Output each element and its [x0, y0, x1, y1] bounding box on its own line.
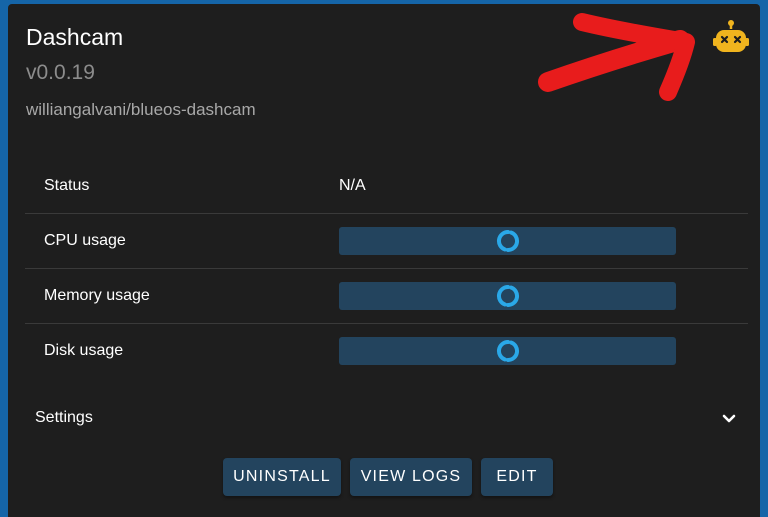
stats-table: Status N/A CPU usage Memory usage Disk u… — [25, 159, 748, 378]
annotation-arrow — [538, 13, 695, 101]
memory-usage-loader — [339, 282, 676, 310]
loading-spinner-icon — [496, 284, 519, 308]
stat-row-disk: Disk usage — [25, 324, 748, 378]
edit-button[interactable]: EDIT — [481, 458, 553, 496]
stat-label: Status — [44, 177, 90, 194]
extension-title: Dashcam — [26, 24, 124, 50]
stat-row-memory: Memory usage — [25, 269, 748, 324]
extension-version: v0.0.19 — [26, 61, 95, 84]
chevron-down-icon[interactable] — [721, 413, 737, 425]
loading-spinner-icon — [496, 339, 519, 363]
extension-card: Dashcam v0.0.19 williangalvani/blueos-da… — [8, 4, 760, 517]
uninstall-button[interactable]: UNINSTALL — [223, 458, 341, 496]
stat-value: N/A — [339, 177, 366, 194]
disk-usage-loader — [339, 337, 676, 365]
stat-row-status: Status N/A — [25, 159, 748, 214]
action-buttons: UNINSTALL VIEW LOGS EDIT — [223, 458, 553, 496]
loading-spinner-icon — [496, 229, 519, 253]
cpu-usage-loader — [339, 227, 676, 255]
stat-label: Disk usage — [44, 342, 124, 359]
settings-expander[interactable]: Settings — [16, 399, 743, 439]
robot-dead-icon[interactable] — [712, 19, 750, 57]
stat-row-cpu: CPU usage — [25, 214, 748, 269]
stat-label: CPU usage — [44, 232, 126, 249]
settings-label: Settings — [35, 409, 93, 426]
view-logs-button[interactable]: VIEW LOGS — [350, 458, 472, 496]
extension-repository: williangalvani/blueos-dashcam — [26, 100, 256, 119]
stat-label: Memory usage — [44, 287, 150, 304]
